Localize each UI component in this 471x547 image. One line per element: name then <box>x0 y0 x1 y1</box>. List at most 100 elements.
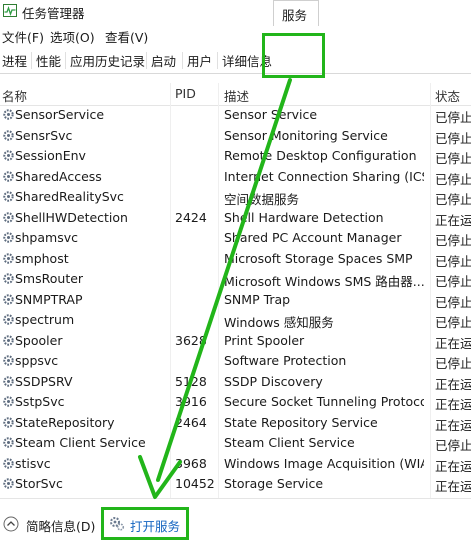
column-header-row: 名称 PID 描述 状态 <box>0 83 471 106</box>
tab-users[interactable]: 用户 <box>187 51 212 70</box>
service-status: 已停止 <box>435 192 471 207</box>
gear-icon <box>2 416 15 429</box>
gear-icon <box>2 211 15 224</box>
service-status: 正在运行 <box>435 417 471 433</box>
service-name: spectrum <box>15 312 75 327</box>
service-description: 空间数据服务 <box>224 192 300 207</box>
service-name: smphost <box>15 250 69 266</box>
service-description: Shell Hardware Detection <box>224 209 384 225</box>
tab-services[interactable]: 服务 <box>273 0 319 26</box>
gear-icon <box>2 170 15 183</box>
service-description: Windows 感知服务 <box>224 315 334 330</box>
service-description: Software Protection <box>224 353 347 368</box>
service-name: StorSvc <box>15 476 63 491</box>
service-description: Shared PC Account Manager <box>224 230 402 245</box>
chevron-up-icon[interactable] <box>3 516 19 532</box>
gear-icon <box>2 252 15 265</box>
tab-performance[interactable]: 性能 <box>36 51 61 70</box>
table-row[interactable]: Spooler 3628 Print Spooler 正在运行 <box>0 331 471 352</box>
service-name: sppsvc <box>15 353 59 368</box>
service-description: Sensor Monitoring Service <box>224 127 388 143</box>
service-name: SharedRealitySvc <box>15 189 124 204</box>
gear-icon <box>2 477 15 490</box>
service-status: 已停止 <box>435 315 471 330</box>
task-manager-icon <box>3 4 17 17</box>
table-row[interactable]: sppsvc Software Protection 已停止 <box>0 351 471 372</box>
table-row[interactable]: SNMPTRAP SNMP Trap 已停止 <box>0 290 471 311</box>
brief-info-link[interactable]: 简略信息(D) <box>26 516 95 535</box>
service-description: SSDP Discovery <box>224 373 323 389</box>
table-row[interactable]: SensorService Sensor Service 已停止 <box>0 105 471 126</box>
col-status-header[interactable]: 状态 <box>435 86 460 105</box>
service-description: Microsoft Windows SMS 路由器... <box>224 274 424 289</box>
menu-file[interactable]: 文件(F) <box>2 27 44 46</box>
window-title: 任务管理器 <box>22 6 85 21</box>
table-row[interactable]: SharedAccess Internet Connection Sharing … <box>0 167 471 188</box>
table-row[interactable]: SessionEnv Remote Desktop Configuration 已停… <box>0 146 471 167</box>
col-desc-header[interactable]: 描述 <box>224 86 249 105</box>
service-status: 已停止 <box>435 233 471 248</box>
service-status: 已停止 <box>435 356 471 371</box>
gear-icon <box>2 129 15 142</box>
gear-icon <box>2 375 15 388</box>
tab-startup[interactable]: 启动 <box>151 51 176 70</box>
service-status: 已停止 <box>435 130 471 146</box>
col-name-header[interactable]: 名称 <box>2 86 27 105</box>
service-name: SstpSvc <box>15 394 65 409</box>
table-row[interactable]: shpamsvc Shared PC Account Manager 已停止 <box>0 228 471 249</box>
service-name: SharedAccess <box>15 168 102 184</box>
menu-view[interactable]: 查看(V) <box>105 27 148 46</box>
service-name: Steam Client Service <box>15 435 146 450</box>
service-status: 正在运行 <box>435 458 471 474</box>
service-status: 正在运行 <box>435 212 471 228</box>
table-row[interactable]: SstpSvc 3916 Secure Socket Tunneling Proto… <box>0 392 471 413</box>
service-name: SSDPSRV <box>15 373 73 389</box>
service-name: SNMPTRAP <box>15 291 83 307</box>
gear-icon <box>2 457 15 470</box>
gear-icon <box>2 293 15 306</box>
gear-icon <box>2 313 15 326</box>
gear-icon <box>2 231 15 244</box>
service-status: 正在运行 <box>435 479 471 494</box>
service-status: 已停止 <box>435 171 471 187</box>
service-description: Secure Socket Tunneling Protoco... <box>224 394 424 409</box>
service-description: Sensor Service <box>224 107 318 122</box>
service-description: Windows Image Acquisition (WIA) <box>224 455 424 471</box>
table-row[interactable]: SharedRealitySvc 空间数据服务 已停止 <box>0 187 471 208</box>
gear-icon <box>2 190 15 203</box>
service-name: SessionEnv <box>15 148 86 163</box>
service-description: Microsoft Storage Spaces SMP <box>224 250 413 266</box>
service-description: SNMP Trap <box>224 291 291 307</box>
tab-app-history[interactable]: 应用历史记录 <box>70 51 145 70</box>
tab-bar: 进程 性能 应用历史记录 启动 用户 详细信息 <box>0 47 471 74</box>
service-name: shpamsvc <box>15 230 78 245</box>
service-description: Print Spooler <box>224 332 305 348</box>
service-pid: 3968 <box>175 455 207 471</box>
title-bar: 任务管理器 <box>0 0 471 22</box>
table-row[interactable]: Steam Client Service Steam Client Service… <box>0 433 471 454</box>
table-row[interactable]: ShellHWDetection 2424 Shell Hardware Detec… <box>0 208 471 229</box>
table-row[interactable]: spectrum Windows 感知服务 已停止 <box>0 310 471 331</box>
service-status: 已停止 <box>435 253 471 269</box>
service-status: 已停止 <box>435 110 471 125</box>
table-row[interactable]: SSDPSRV 5128 SSDP Discovery 正在运行 <box>0 372 471 393</box>
service-pid: 5128 <box>175 373 207 389</box>
tab-processes[interactable]: 进程 <box>2 51 27 70</box>
col-pid-header[interactable]: PID <box>175 86 196 101</box>
service-description: Steam Client Service <box>224 435 355 450</box>
table-row[interactable]: SmsRouter Microsoft Windows SMS 路由器... 已停止 <box>0 269 471 290</box>
menu-bar: 文件(F) 选项(O) 查看(V) <box>0 25 471 45</box>
tab-services-label: 服务 <box>282 8 308 23</box>
service-description: Remote Desktop Configuration <box>224 148 417 163</box>
service-description: Internet Connection Sharing (ICS) <box>224 168 424 184</box>
table-row[interactable]: smphost Microsoft Storage Spaces SMP 已停止 <box>0 249 471 270</box>
service-name: ShellHWDetection <box>15 209 128 225</box>
table-row[interactable]: SensrSvc Sensor Monitoring Service 已停止 <box>0 126 471 147</box>
table-row[interactable]: StateRepository 2464 State Repository Serv… <box>0 413 471 434</box>
menu-options[interactable]: 选项(O) <box>50 27 95 46</box>
table-row[interactable]: stisvc 3968 Windows Image Acquisition (WIA… <box>0 454 471 475</box>
service-description: Storage Service <box>224 476 324 491</box>
table-row[interactable]: StorSvc 10452 Storage Service 正在运行 <box>0 474 471 495</box>
gear-icon <box>2 334 15 347</box>
service-status: 已停止 <box>435 151 471 166</box>
